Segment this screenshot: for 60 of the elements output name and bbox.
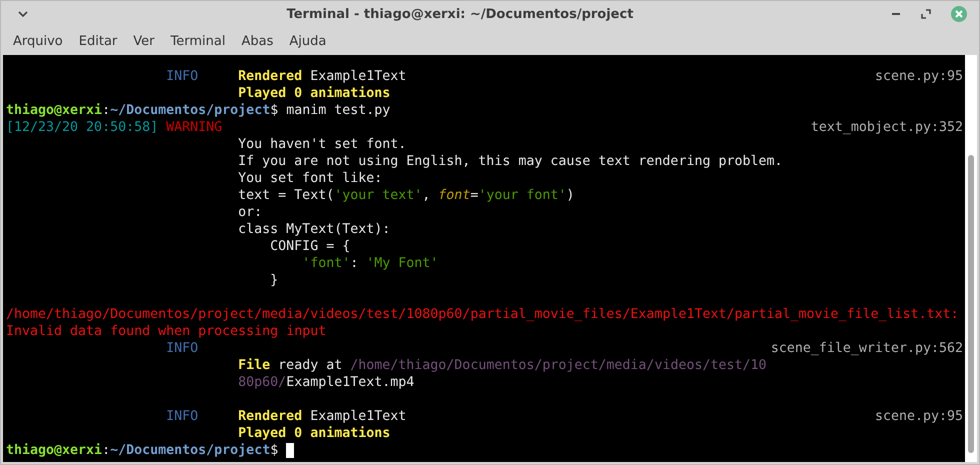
log-text: You set font like:: [238, 171, 382, 186]
string-literal: 'your font': [478, 188, 566, 203]
prompt-user: thiago@xerxi: [6, 102, 102, 119]
source-location: scene_file_writer.py:562: [770, 340, 963, 357]
log-text: or:: [238, 205, 262, 220]
menu-item[interactable]: Abas: [233, 34, 282, 48]
log-text: class MyText(Text):: [238, 222, 390, 237]
menu-item[interactable]: Terminal: [162, 34, 234, 48]
log-text: Example1Text.mp4: [286, 375, 414, 390]
source-location: text_mobject.py:352: [810, 119, 963, 136]
file-path: /home/thiago/Documentos/project/media/videos/test/10: [350, 358, 767, 373]
prompt-separator: :: [102, 442, 110, 459]
error-message: /home/thiago/Documentos/project/media/videos/test/1080p60/partial_movie_files/Example1Text/partial_movie_file_list.txt:: [6, 306, 959, 323]
log-text: You haven't set font.: [238, 137, 406, 152]
string-literal: 'font': [301, 256, 350, 271]
log-text: ready at: [277, 358, 344, 373]
log-text: ): [566, 188, 574, 203]
log-keyword: Played 0 animations: [238, 86, 390, 101]
prompt-user: thiago@xerxi: [6, 442, 102, 459]
menu-item[interactable]: Arquivo: [5, 34, 71, 48]
menu-item[interactable]: Ajuda: [281, 34, 334, 48]
log-text: =: [470, 188, 478, 203]
prompt-path: ~/Documentos/project: [110, 442, 270, 459]
timestamp: [12/23/20 20:50:58]: [6, 120, 158, 135]
log-text: :: [350, 256, 360, 271]
source-location: scene.py:95: [874, 408, 963, 425]
scrollbar[interactable]: [965, 55, 977, 462]
keyword-argument: font: [438, 188, 470, 203]
string-literal: 'My Font': [366, 256, 438, 271]
string-literal: 'your text': [334, 188, 422, 203]
log-level: INFO: [166, 409, 198, 424]
chevron-down-icon[interactable]: [17, 10, 29, 18]
log-text: }: [269, 273, 278, 288]
log-text: text = Text(: [238, 188, 334, 203]
log-keyword: Played 0 animations: [238, 426, 390, 441]
log-level: INFO: [166, 69, 198, 84]
source-location: scene.py:95: [874, 68, 963, 85]
log-text: If you are not using English, this may cause text rendering problem.: [238, 154, 783, 169]
log-keyword: Rendered: [238, 69, 302, 84]
log-text: ,: [422, 188, 432, 203]
log-level: INFO: [166, 341, 198, 356]
prompt-symbol: $: [270, 442, 278, 459]
prompt-path: ~/Documentos/project: [110, 102, 270, 119]
log-text: Example1Text: [309, 69, 406, 84]
menu-item[interactable]: Ver: [125, 34, 162, 48]
log-text: CONFIG = {: [269, 239, 350, 254]
log-keyword: Rendered: [238, 409, 302, 424]
menu-item[interactable]: Editar: [70, 34, 126, 48]
log-keyword: File: [238, 358, 270, 373]
error-message: Invalid data found when processing input: [6, 323, 326, 340]
minimize-icon[interactable]: [891, 12, 901, 16]
maximize-icon[interactable]: [921, 9, 931, 19]
scrollbar-thumb[interactable]: [968, 155, 974, 453]
prompt-separator: :: [102, 102, 110, 119]
file-path: 80p60/: [238, 375, 286, 390]
warning-level: WARNING: [166, 120, 222, 135]
command-text: manim test.py: [286, 102, 390, 119]
window-title: Terminal - thiago@xerxi: ~/Documentos/project: [286, 6, 634, 22]
prompt-symbol: $: [270, 102, 278, 119]
log-text: Example1Text: [309, 409, 406, 424]
